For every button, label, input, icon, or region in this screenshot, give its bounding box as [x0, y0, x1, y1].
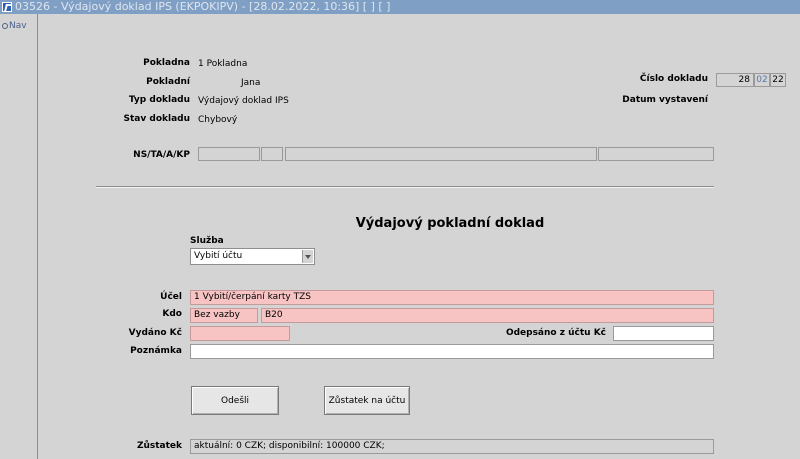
pokladni-value: Jana: [241, 78, 261, 88]
pokladna-value: 1 Pokladna: [198, 59, 248, 69]
datum-vystaveni-label: Datum vystavení: [622, 95, 708, 105]
pokladna-label: Pokladna: [143, 58, 190, 68]
cislo-dokladu-field-3[interactable]: 22: [770, 73, 786, 87]
odepsano-field[interactable]: [613, 326, 714, 341]
sluzba-label: Služba: [190, 236, 224, 246]
sluzba-select[interactable]: Vybití účtu: [190, 248, 315, 265]
nav-panel: Nav: [0, 14, 38, 459]
pokladni-label: Pokladní: [146, 77, 190, 87]
kdo-field-code[interactable]: B20: [261, 308, 714, 323]
typ-dokladu-value: Výdajový doklad IPS: [198, 96, 289, 106]
odesli-button[interactable]: Odešli: [191, 386, 279, 415]
app-icon: [2, 2, 12, 12]
cislo-dokladu-field-1[interactable]: 28: [716, 73, 754, 87]
nav-link[interactable]: Nav: [2, 21, 27, 31]
cislo-dokladu-field-2[interactable]: 02: [754, 73, 770, 87]
zustatek-field: aktuální: 0 CZK; disponibilní: 100000 CZ…: [190, 439, 714, 454]
nav-label: Nav: [9, 21, 27, 31]
stav-dokladu-label: Stav dokladu: [123, 114, 190, 124]
kdo-label: Kdo: [162, 309, 182, 319]
ucel-field[interactable]: 1 Vybití/čerpání karty TZS: [190, 290, 714, 305]
section-separator: [96, 186, 714, 188]
a-field[interactable]: [285, 147, 597, 161]
ns-field[interactable]: [198, 147, 260, 161]
ucel-label: Účel: [160, 292, 182, 302]
window-title: 03526 - Výdajový doklad IPS (EKPOKIPV) -…: [15, 0, 391, 13]
window-titlebar: 03526 - Výdajový doklad IPS (EKPOKIPV) -…: [0, 0, 800, 14]
odepsano-label: Odepsáno z účtu Kč: [505, 328, 606, 338]
ta-field[interactable]: [261, 147, 283, 161]
nav-icon: [2, 23, 8, 29]
typ-dokladu-label: Typ dokladu: [128, 95, 190, 105]
ns-ta-a-kp-label: NS/TA/A/KP: [133, 150, 190, 160]
poznamka-field[interactable]: [190, 344, 714, 359]
chevron-down-icon[interactable]: [302, 250, 313, 263]
kdo-field-type[interactable]: Bez vazby: [190, 308, 258, 323]
kp-field[interactable]: [598, 147, 714, 161]
vydano-label: Vydáno Kč: [128, 328, 182, 338]
zustatek-button[interactable]: Zůstatek na účtu: [324, 386, 410, 415]
cislo-dokladu-label: Číslo dokladu: [639, 74, 708, 84]
poznamka-label: Poznámka: [130, 346, 182, 356]
form-title: Výdajový pokladní doklad: [355, 216, 545, 231]
stav-dokladu-value: Chybový: [198, 115, 238, 125]
sluzba-select-value: Vybití účtu: [194, 251, 243, 261]
zustatek-label: Zůstatek: [136, 441, 182, 451]
vydano-field[interactable]: [190, 326, 290, 341]
